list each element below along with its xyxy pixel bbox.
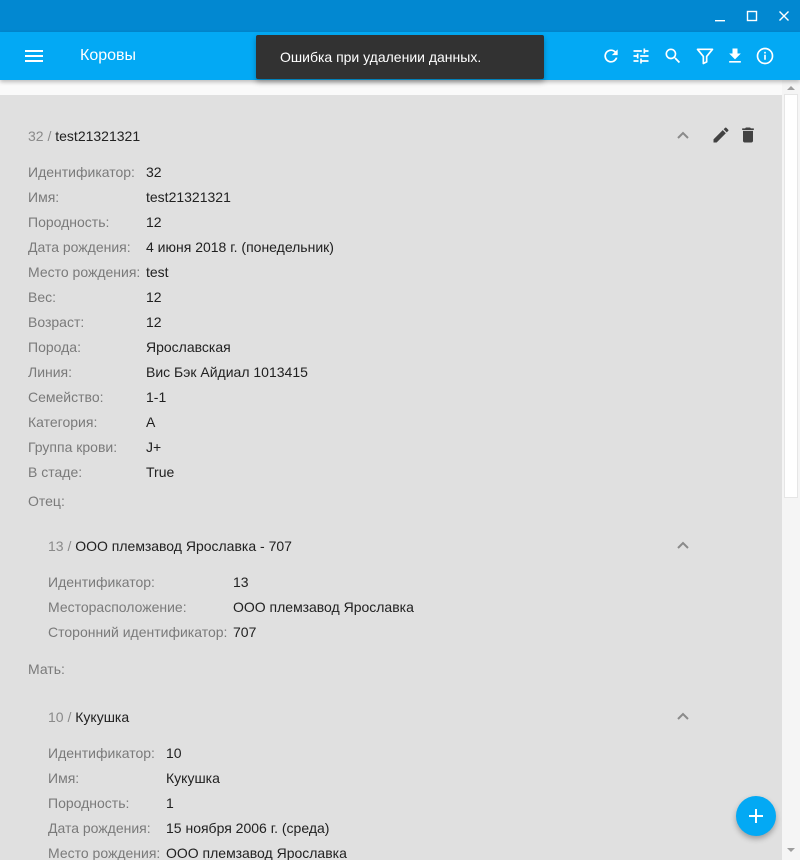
field-value: test21321321 [146, 189, 231, 205]
scrollbar-thumb[interactable] [784, 94, 798, 498]
chevron-up-icon[interactable] [675, 537, 691, 553]
father-section-label: Отец: [28, 493, 65, 509]
field-value: 12 [146, 314, 162, 330]
app-title: Коровы [80, 47, 137, 64]
field-value: ООО племзавод Ярославка [166, 845, 347, 860]
mother-card-header: 10 / Кукушка [48, 709, 129, 725]
scroll-up-icon[interactable] [787, 84, 795, 92]
refresh-icon[interactable] [599, 44, 623, 68]
field-label: Породность: [48, 795, 130, 811]
field-value: Ярославская [146, 339, 231, 355]
maximize-icon[interactable] [737, 0, 767, 32]
filter-icon[interactable] [693, 44, 717, 68]
field-value: 13 [233, 574, 249, 590]
field-label: Место рождения: [28, 264, 141, 280]
field-label: Возраст: [28, 314, 85, 330]
cow-header-name: test21321321 [55, 128, 141, 144]
field-label: Имя: [28, 189, 60, 205]
field-label: Семейство: [28, 389, 104, 405]
search-icon[interactable] [661, 44, 685, 68]
field-value: 4 июня 2018 г. (понедельник) [146, 239, 334, 255]
field-label: Дата рождения: [48, 820, 151, 836]
window-titlebar [0, 0, 800, 32]
field-label: Группа крови: [28, 439, 118, 455]
father-card-header: 13 / ООО племзавод Ярославка - 707 [48, 538, 292, 554]
field-value: Кукушка [166, 770, 220, 786]
tune-icon[interactable] [629, 44, 653, 68]
edit-icon[interactable] [711, 125, 731, 145]
field-value: ООО племзавод Ярославка [233, 599, 414, 615]
chevron-up-icon[interactable] [675, 708, 691, 724]
cow-card-header: 32 / test21321321 [28, 128, 140, 144]
field-value: 32 [146, 164, 162, 180]
chevron-up-icon[interactable] [675, 127, 691, 143]
field-label: Категория: [28, 414, 98, 430]
field-label: Порода: [28, 339, 81, 355]
field-value: 10 [166, 745, 182, 761]
mother-header-id: 10 / [48, 709, 72, 725]
field-value: 707 [233, 624, 257, 640]
field-label: Идентификатор: [48, 574, 155, 590]
field-label: Месторасположение: [48, 599, 187, 615]
field-value: A [146, 414, 156, 430]
field-label: Линия: [28, 364, 73, 380]
cow-header-id: 32 / [28, 128, 52, 144]
field-label: Место рождения: [48, 845, 161, 860]
error-snackbar: Ошибка при удалении данных. [256, 35, 544, 79]
field-label: В стаде: [28, 464, 83, 480]
father-header-id: 13 / [48, 538, 72, 554]
father-header-name: ООО племзавод Ярославка - 707 [75, 538, 292, 554]
add-button[interactable] [736, 796, 776, 836]
info-icon[interactable] [753, 44, 777, 68]
field-value: 1-1 [146, 389, 167, 405]
field-value: Вис Бэк Айдиал 1013415 [146, 364, 308, 380]
close-icon[interactable] [769, 0, 799, 32]
field-value: 1 [166, 795, 174, 811]
field-value: 15 ноября 2006 г. (среда) [166, 820, 330, 836]
field-label: Породность: [28, 214, 110, 230]
field-label: Идентификатор: [48, 745, 155, 761]
scroll-down-icon[interactable] [787, 846, 795, 854]
field-label: Сторонний идентификатор: [48, 624, 228, 640]
field-value: test [146, 264, 169, 280]
add-icon [749, 809, 763, 823]
minimize-icon[interactable] [705, 0, 735, 32]
delete-icon[interactable] [738, 125, 758, 145]
field-label: Дата рождения: [28, 239, 131, 255]
vertical-scrollbar[interactable] [782, 80, 800, 860]
field-value: J+ [146, 439, 162, 455]
field-value: 12 [146, 214, 162, 230]
field-value: 12 [146, 289, 162, 305]
field-value: True [146, 464, 175, 480]
field-label: Имя: [48, 770, 80, 786]
list-top-edge [0, 80, 782, 95]
menu-icon[interactable] [20, 44, 48, 68]
field-label: Вес: [28, 289, 57, 305]
field-label: Идентификатор: [28, 164, 135, 180]
mother-section-label: Мать: [28, 661, 65, 677]
mother-header-name: Кукушка [75, 709, 130, 725]
download-icon[interactable] [723, 44, 747, 68]
